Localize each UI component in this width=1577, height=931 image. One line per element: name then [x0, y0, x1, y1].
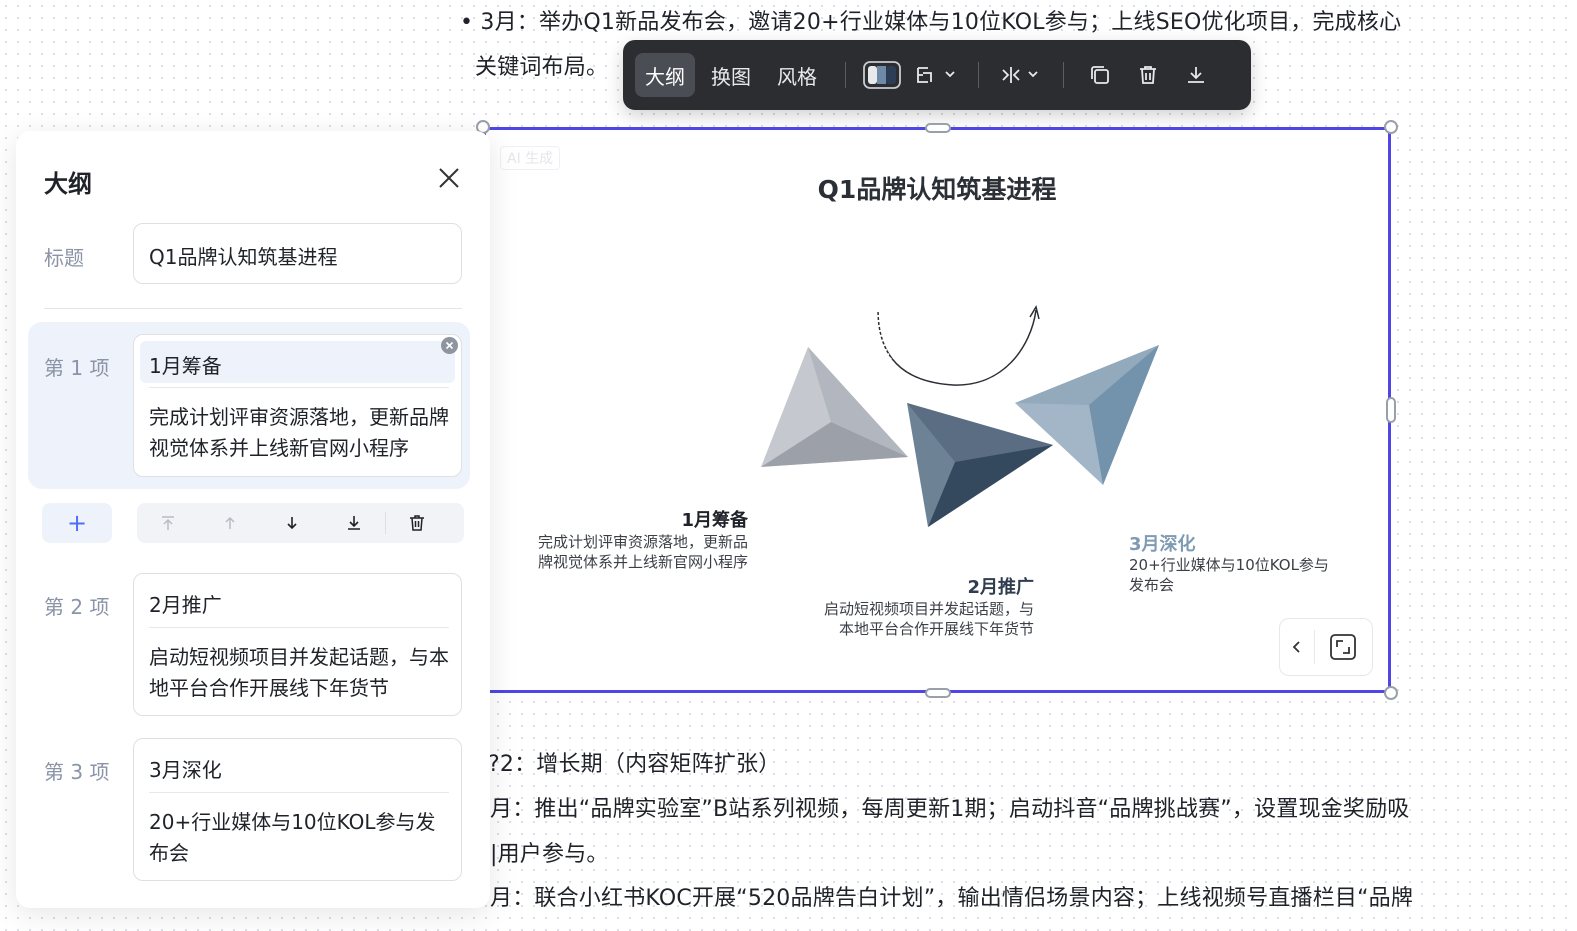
step-3-desc: 20+行业媒体与10位KOL参与发布会 — [1129, 556, 1329, 594]
resize-handle-right[interactable] — [1386, 397, 1396, 423]
prev-chevron-icon[interactable] — [1280, 619, 1314, 675]
item-3-title[interactable]: 3月深化 — [149, 754, 222, 783]
outline-button[interactable]: 大纲 — [635, 53, 695, 97]
clear-icon[interactable] — [441, 337, 458, 354]
canvas-nav-controls — [1279, 618, 1373, 676]
item-2-title[interactable]: 2月推广 — [149, 589, 222, 618]
style-button[interactable]: 风格 — [767, 53, 827, 97]
doc-line-user: |用户参与。 — [490, 842, 609, 867]
title-input-value: Q1品牌认知筑基进程 — [149, 245, 338, 269]
layout-icon[interactable] — [910, 53, 962, 97]
item-1-title: 1月筹备 — [149, 354, 222, 378]
step-1-title: 1月筹备 — [681, 510, 748, 531]
doc-line-keywords: 关键词布局。 — [475, 55, 609, 80]
move-to-top-icon[interactable] — [137, 503, 199, 543]
toolbar-divider — [845, 62, 846, 88]
expand-icon[interactable] — [1315, 619, 1371, 675]
step-1-desc: 完成计划评审资源落地，更新品牌视觉体系并上线新官网小程序 — [537, 533, 748, 571]
doc-line-march: • 3月：举办Q1新品发布会，邀请20+行业媒体与10位KOL参与；上线SEO优… — [460, 10, 1402, 35]
panel-title: 大纲 — [44, 170, 92, 198]
step-2-desc: 启动短视频项目并发起话题，与本地平台合作开展线下年货节 — [823, 600, 1034, 638]
move-to-bottom-icon[interactable] — [323, 503, 385, 543]
move-up-icon[interactable] — [199, 503, 261, 543]
item-1-desc[interactable]: 完成计划评审资源落地，更新品牌视觉体系并上线新官网小程序 — [149, 402, 449, 464]
resize-handle-top-right[interactable] — [1384, 120, 1398, 134]
item-2-label: 第 2 项 — [44, 595, 110, 619]
item-2-desc[interactable]: 启动短视频项目并发起话题，与本地平台合作开展线下年货节 — [149, 642, 449, 704]
item-2-rule — [149, 627, 449, 628]
resize-handle-bottom-right[interactable] — [1384, 686, 1398, 700]
selected-chart-frame[interactable]: AI 生成 Q1品牌认知筑基进程 1月筹备 完成计划评审资源落地，更新品牌视觉体… — [483, 127, 1391, 693]
item-3-label: 第 3 项 — [44, 760, 110, 784]
item-2-card[interactable]: 2月推广 启动短视频项目并发起话题，与本地平台合作开展线下年货节 — [133, 573, 462, 716]
item-3-desc[interactable]: 20+行业媒体与10位KOL参与发布会 — [149, 807, 449, 869]
delete-item-icon[interactable] — [386, 503, 448, 543]
item-1-rule — [149, 387, 449, 388]
item-1-label: 第 1 项 — [44, 356, 110, 380]
toolbar-divider — [978, 62, 979, 88]
outline-panel: 大纲 标题 Q1品牌认知筑基进程 第 1 项 1月筹备 完成计划评审资源落地，更… — [16, 131, 490, 908]
plane-step-3 — [1015, 345, 1159, 485]
move-down-icon[interactable] — [261, 503, 323, 543]
item-3-card[interactable]: 3月深化 20+行业媒体与10位KOL参与发布会 — [133, 738, 462, 881]
item-3-rule — [149, 792, 449, 793]
title-input[interactable]: Q1品牌认知筑基进程 — [133, 223, 462, 284]
add-item-button[interactable]: + — [42, 503, 112, 543]
curved-arrow — [877, 309, 1037, 386]
resize-handle-bottom[interactable] — [925, 688, 951, 698]
plane-step-1 — [761, 347, 908, 467]
delete-icon[interactable] — [1128, 53, 1168, 97]
duplicate-icon[interactable] — [1080, 53, 1120, 97]
step-3-title: 3月深化 — [1129, 534, 1196, 555]
color-scheme-icon[interactable] — [862, 53, 902, 97]
floating-toolbar: 大纲 换图 风格 — [623, 40, 1251, 110]
swap-image-button[interactable]: 换图 — [701, 53, 761, 97]
doc-line-growth-heading: ?2：增长期（内容矩阵扩张） — [488, 752, 781, 777]
download-icon[interactable] — [1176, 53, 1216, 97]
plane-step-2 — [907, 403, 1053, 527]
item-actions-bar — [137, 503, 464, 543]
toolbar-divider — [1063, 62, 1064, 88]
doc-line-xiaohongshu: 月：联合小红书KOC开展“520品牌告白计划”，输出情侣场景内容；上线视频号直播… — [490, 886, 1414, 911]
resize-handle-top[interactable] — [925, 123, 951, 133]
close-icon[interactable] — [434, 163, 464, 193]
panel-divider — [44, 308, 462, 309]
item-1-card[interactable]: 1月筹备 完成计划评审资源落地，更新品牌视觉体系并上线新官网小程序 — [133, 334, 462, 477]
doc-line-bilibili: 月：推出“品牌实验室”B站系列视频，每周更新1期；启动抖音“品牌挑战赛”，设置现… — [490, 797, 1410, 822]
step-2-title: 2月推广 — [967, 577, 1034, 598]
title-label: 标题 — [44, 246, 84, 270]
align-icon[interactable] — [995, 53, 1047, 97]
